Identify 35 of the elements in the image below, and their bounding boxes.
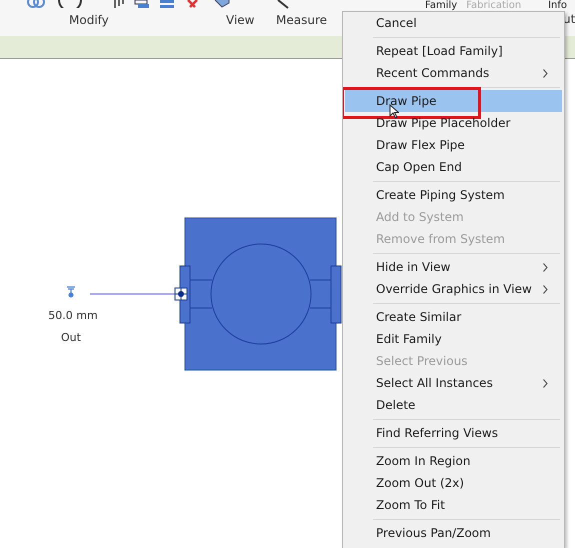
menu-item[interactable]: Find Referring Views	[345, 422, 562, 444]
align-icon[interactable]	[113, 0, 125, 8]
menu-item[interactable]: Edit Family	[345, 328, 562, 350]
menu-item[interactable]: Repeat [Load Family]	[345, 40, 562, 62]
connector-grip-icon[interactable]	[174, 288, 188, 300]
ribbon-tab[interactable]: Info	[548, 0, 567, 11]
copy-icon[interactable]	[134, 0, 150, 9]
menu-item[interactable]: Select All Instances	[345, 372, 562, 394]
menu-item[interactable]: Create Piping System	[345, 184, 562, 206]
panel-label: Modify	[69, 13, 109, 27]
panel-label: View	[226, 13, 254, 27]
menu-item[interactable]: Zoom Out (2x)	[345, 472, 562, 494]
menu-item[interactable]: Recent Commands	[345, 62, 562, 84]
array-icon[interactable]	[159, 0, 175, 9]
pipe-size-label[interactable]: 50.0 mm	[48, 309, 98, 322]
menu-item[interactable]: Cancel	[345, 12, 562, 34]
menu-item[interactable]: Delete	[345, 394, 562, 416]
menu-item[interactable]: Previous Pan/Zoom	[345, 522, 562, 544]
menu-item[interactable]: Create Similar	[345, 306, 562, 328]
menu-item[interactable]: Draw Flex Pipe	[345, 134, 562, 156]
measure-icon[interactable]	[276, 0, 290, 9]
menu-item[interactable]: Zoom To Fit	[345, 494, 562, 516]
ribbon-tab[interactable]: Family	[425, 0, 458, 11]
menu-item[interactable]: Draw Pipe	[345, 90, 562, 112]
menu-item[interactable]: Hide in View	[345, 256, 562, 278]
connector-icon[interactable]	[66, 286, 76, 298]
delete-icon[interactable]	[187, 0, 199, 8]
menu-item[interactable]: Override Graphics in View	[345, 278, 562, 300]
menu-item[interactable]: Cap Open End	[345, 156, 562, 178]
menu-item[interactable]: Zoom In Region	[345, 450, 562, 472]
link-icon[interactable]	[27, 0, 45, 8]
panel-label: Measure	[276, 13, 327, 27]
mouse-cursor-icon	[389, 104, 399, 119]
menu-item[interactable]: Draw Pipe Placeholder	[345, 112, 562, 134]
flow-direction-label[interactable]: Out	[61, 331, 81, 344]
